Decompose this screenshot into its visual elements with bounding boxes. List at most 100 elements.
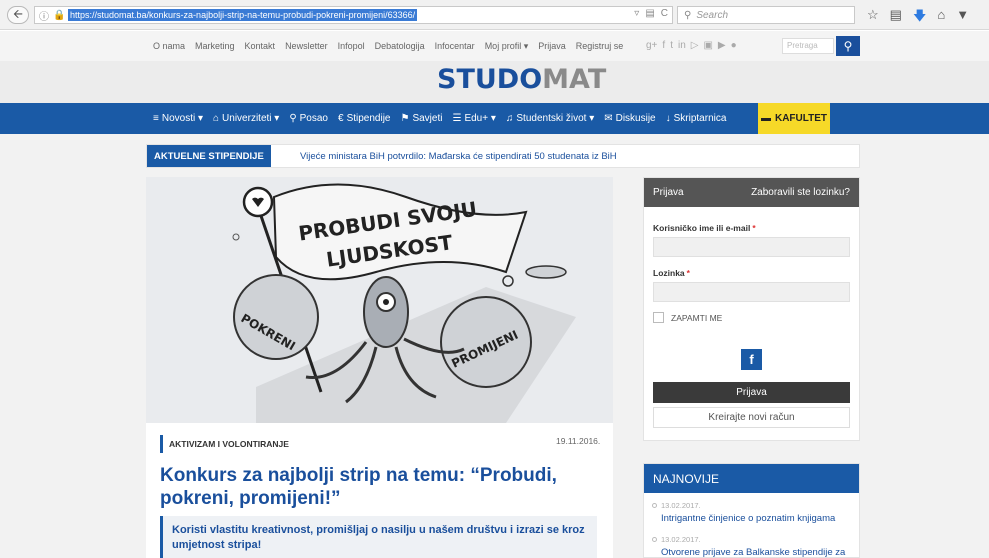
list-item[interactable]: 13.02.2017. Intrigantne činjenice o pozn… xyxy=(652,501,857,524)
info-icon[interactable]: ⓘ xyxy=(39,8,53,23)
ticker-headline[interactable]: Vijeće ministara BiH potvrdilo: Mađarska… xyxy=(300,151,617,162)
site-search-button[interactable]: ⚲ xyxy=(836,36,860,56)
nav-item-label: Studentski život ▾ xyxy=(516,113,595,124)
username-input[interactable] xyxy=(653,237,850,257)
username-label-text: Korisničko ime ili e-mail xyxy=(653,223,751,233)
site-logo[interactable]: STUDO MAT xyxy=(437,63,607,95)
article-category[interactable]: AKTIVIZAM I VOLONTIRANJE xyxy=(160,435,289,453)
password-label-text: Lozinka xyxy=(653,268,685,278)
forgot-password-link[interactable]: Zaboravili ste lozinku? xyxy=(751,187,850,198)
university-icon: ⌂ xyxy=(213,113,220,124)
latest-link[interactable]: Intrigantne činjenice o poznatim knjigam… xyxy=(661,513,857,524)
latest-link[interactable]: Otvorene prijave za Balkanske stipendije… xyxy=(661,547,857,558)
top-link[interactable]: Infopol xyxy=(338,41,365,52)
remember-label[interactable]: ZAPAMTI ME xyxy=(671,313,722,323)
nav-item-label: Posao xyxy=(299,113,328,124)
kafultet-icon: ▬ xyxy=(760,113,771,124)
chat-icon[interactable]: ● xyxy=(731,40,737,51)
linkedin-icon[interactable]: in xyxy=(678,40,686,51)
facebook-icon[interactable]: f xyxy=(662,40,665,51)
register-button[interactable]: Kreirajte novi račun xyxy=(653,407,850,428)
top-link[interactable]: Prijava xyxy=(538,41,566,52)
remember-checkbox[interactable] xyxy=(653,312,664,323)
ticker-tag[interactable]: AKTUELNE STIPENDIJE xyxy=(147,145,271,167)
latest-date: 13.02.2017. xyxy=(661,501,701,510)
login-title: Prijava xyxy=(653,187,684,198)
facebook-login-button[interactable]: f xyxy=(741,349,762,370)
nav-kafultet[interactable]: ▬ KAFULTET xyxy=(758,103,830,134)
googleplus-icon[interactable]: g+ xyxy=(646,40,657,51)
nav-item[interactable]: ↓ Skriptarnica xyxy=(666,113,727,124)
username-label: Korisničko ime ili e-mail * xyxy=(653,223,756,233)
required-mark: * xyxy=(686,268,690,278)
top-link[interactable]: Kontakt xyxy=(245,41,276,52)
article-title[interactable]: Konkurs za najbolji strip na temu: “Prob… xyxy=(160,464,580,510)
social-icons: g+ f t in ▷ ▣ ▶ ● xyxy=(646,40,737,51)
instagram-icon[interactable]: ▣ xyxy=(703,40,712,51)
url-text[interactable]: https://studomat.ba/konkurs-za-najbolji-… xyxy=(68,9,418,21)
pocket-icon[interactable]: ▼ xyxy=(956,7,969,29)
nav-item[interactable]: ⚑ Savjeti xyxy=(400,113,442,124)
lock-icon: 🔒 xyxy=(53,9,66,21)
list-item[interactable]: 13.02.2017. Otvorene prijave za Balkansk… xyxy=(652,535,857,558)
nav-item[interactable]: ⚲ Posao xyxy=(289,113,328,124)
reload-icon[interactable]: C xyxy=(661,8,668,19)
dropdown-icon[interactable]: ▿ xyxy=(634,8,639,19)
site-search-input[interactable]: Pretraga xyxy=(782,38,834,54)
browser-search[interactable]: ⚲ Search xyxy=(677,6,855,24)
library-icon[interactable]: ▤ xyxy=(890,7,902,29)
nav-item-label: Savjeti xyxy=(412,113,443,124)
back-button[interactable]: 🡨 xyxy=(7,6,29,24)
back-arrow-icon: 🡨 xyxy=(13,6,23,21)
music-icon: ♫ xyxy=(505,113,514,124)
play-icon[interactable]: ▶ xyxy=(718,40,726,51)
nav-item-label: Stipendije xyxy=(346,113,391,124)
nav-item[interactable]: ✉ Diskusije xyxy=(604,113,655,124)
top-link[interactable]: Moj profil ▾ xyxy=(485,41,529,52)
twitter-icon[interactable]: t xyxy=(670,40,673,51)
right-margin xyxy=(869,134,989,558)
newspaper-icon: ≡ xyxy=(153,113,159,124)
download-icon[interactable]: 🡇 xyxy=(913,7,926,29)
nav-item[interactable]: ♫ Studentski život ▾ xyxy=(506,113,594,124)
login-box: Prijava Zaboravili ste lozinku? Korisnič… xyxy=(643,177,860,441)
nav-item-label: Skriptarnica xyxy=(673,113,727,124)
home-icon[interactable]: ⌂ xyxy=(937,7,945,29)
nav-item-label: Edu+ ▾ xyxy=(464,113,496,124)
search-icon: ⚲ xyxy=(289,113,297,124)
top-link[interactable]: Newsletter xyxy=(285,41,328,52)
search-icon: ⚲ xyxy=(843,39,853,53)
main-nav: ≡ Novosti ▾ ⌂ Univerziteti ▾ ⚲ Posao € Stipendi… xyxy=(0,103,989,134)
article-date: 19.11.2016. xyxy=(556,436,601,446)
comments-icon: ✉ xyxy=(604,113,613,124)
bookmark-star-icon[interactable]: ☆ xyxy=(867,7,879,29)
top-link[interactable]: O nama xyxy=(153,41,185,52)
nav-item[interactable]: ⌂ Univerziteti ▾ xyxy=(213,113,279,124)
latest-title: NAJNOVIJE xyxy=(644,464,859,493)
news-ticker: AKTUELNE STIPENDIJE Vijeće ministara BiH… xyxy=(146,144,860,168)
login-submit-button[interactable]: Prijava xyxy=(653,382,850,403)
reader-view-icon[interactable]: ▤ xyxy=(645,8,654,19)
nav-item-label: Univerziteti ▾ xyxy=(222,113,280,124)
search-icon: ⚲ xyxy=(684,9,692,21)
nav-item[interactable]: ≡ Novosti ▾ xyxy=(153,113,203,124)
euro-icon: € xyxy=(338,113,344,124)
logo-part-2: MAT xyxy=(542,63,607,95)
nav-item[interactable]: ☰ Edu+ ▾ xyxy=(452,113,495,124)
lightbulb-icon: ⚑ xyxy=(400,113,410,124)
required-mark: * xyxy=(752,223,756,233)
top-link[interactable]: Registruj se xyxy=(576,41,624,52)
address-bar[interactable]: ⓘ 🔒 https://studomat.ba/konkurs-za-najbo… xyxy=(34,6,673,24)
nav-item-label: Diskusije xyxy=(615,113,656,124)
top-link[interactable]: Marketing xyxy=(195,41,235,52)
nav-item-label: Novosti ▾ xyxy=(161,113,203,124)
login-header: Prijava Zaboravili ste lozinku? xyxy=(644,178,859,207)
top-link[interactable]: Infocentar xyxy=(435,41,475,52)
nav-kafultet-label: KAFULTET xyxy=(774,113,828,124)
article-hero-image[interactable]: PROBUDI SVOJU LJUDSKOST POKRENI PROMIJEN… xyxy=(146,177,613,423)
download-icon: ↓ xyxy=(665,113,671,124)
youtube-icon[interactable]: ▷ xyxy=(691,40,699,51)
nav-item[interactable]: € Stipendije xyxy=(338,113,390,124)
password-input[interactable] xyxy=(653,282,850,302)
top-link[interactable]: Debatologija xyxy=(375,41,425,52)
